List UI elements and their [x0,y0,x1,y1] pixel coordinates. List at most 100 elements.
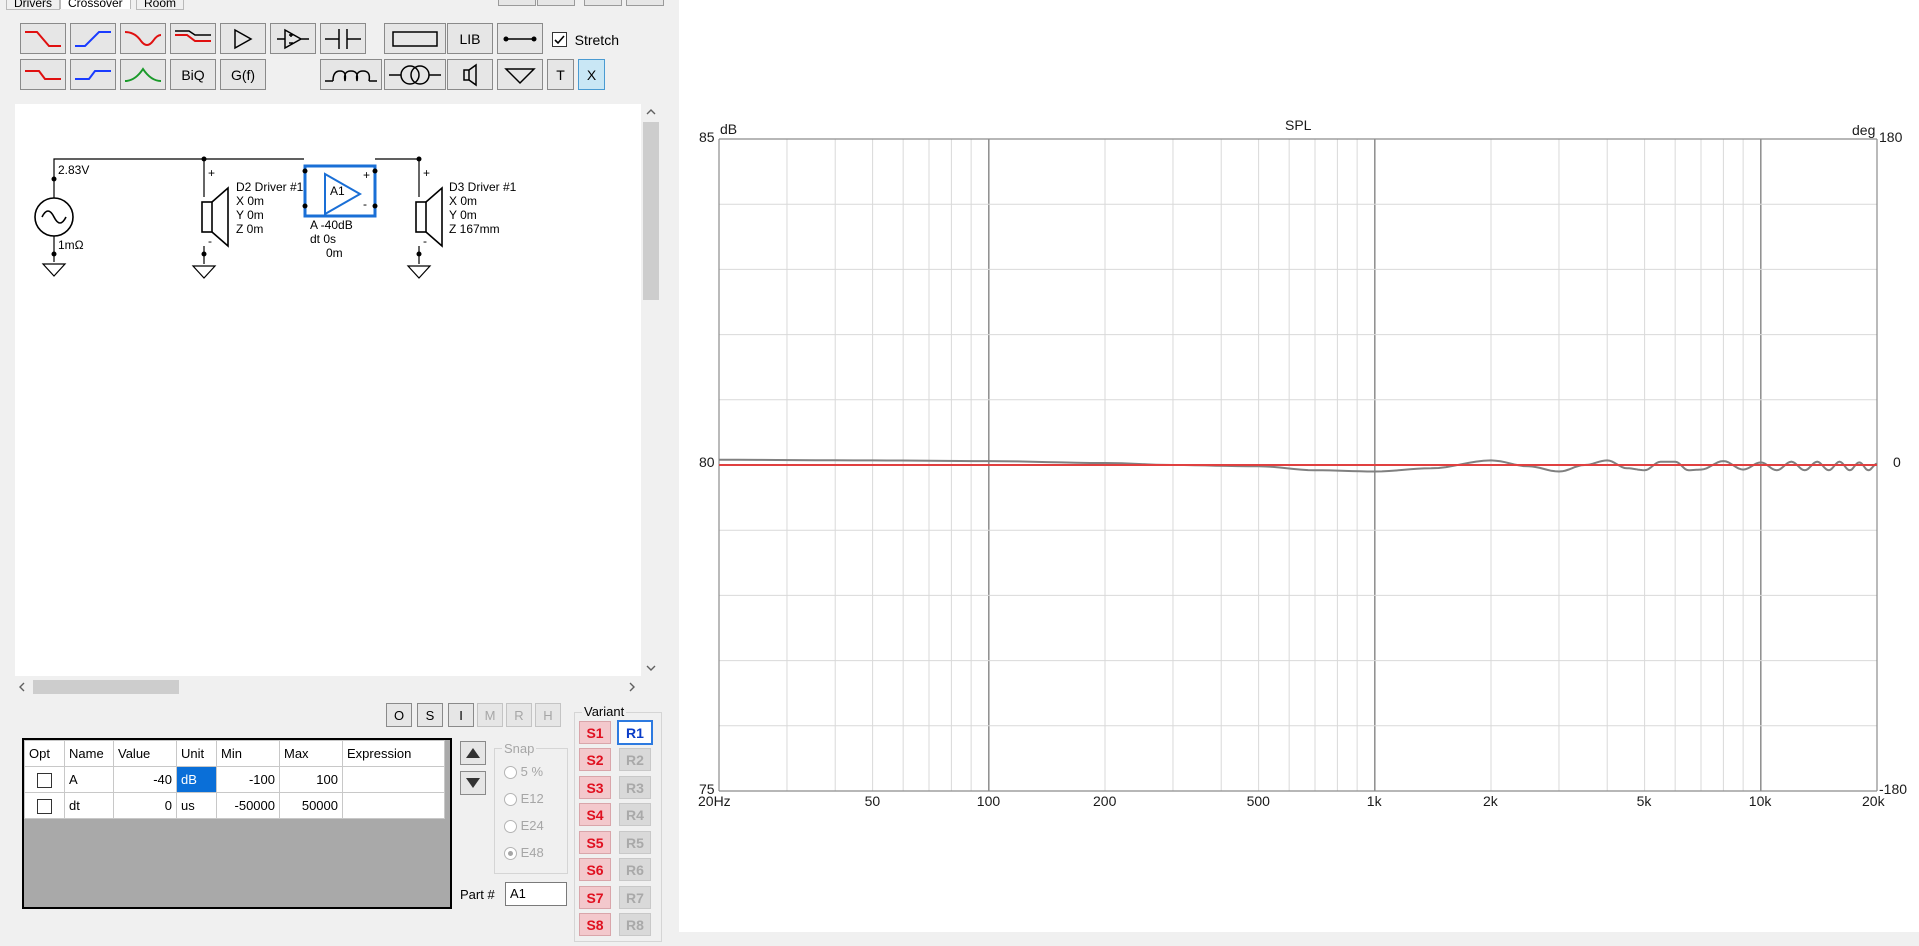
transformer-button[interactable] [384,59,446,90]
i-button[interactable]: I [448,703,474,727]
radio-icon [504,820,517,834]
variant-r1[interactable]: R1 [617,720,653,745]
o-button[interactable]: O [386,703,412,727]
m-button[interactable]: M [477,703,503,727]
highpass1-blue-button[interactable] [70,59,116,90]
snap-option-5pct[interactable]: 5 % [504,764,543,780]
window-button-4[interactable] [626,0,664,6]
inductor-icon [325,69,377,82]
parameter-table[interactable]: Opt Name Value Unit Min Max Expression A… [22,738,452,909]
schematic-vertical-scrollbar[interactable] [641,104,661,676]
d2-name: D2 Driver #1 [236,180,304,194]
table-row[interactable]: A -40 dB -100 100 [24,766,445,793]
r-button[interactable]: R [506,703,532,727]
row-expression[interactable] [342,792,445,819]
snap-option-e24[interactable]: E24 [504,818,544,834]
window-button-2[interactable] [537,0,575,6]
row-min[interactable]: -100 [216,766,280,793]
snap-option-e12[interactable]: E12 [504,791,544,807]
graph-title: SPL [1285,117,1312,133]
row-unit[interactable]: us [176,792,217,819]
amplifier-button[interactable] [270,23,316,54]
part-number-input[interactable]: A1 [505,882,567,906]
highpass-blue-button[interactable] [70,23,116,54]
variant-s3[interactable]: S3 [579,776,611,799]
stretch-label: Stretch [574,31,619,48]
variant-s4[interactable]: S4 [579,803,611,826]
row-min[interactable]: -50000 [216,792,280,819]
schematic-canvas[interactable]: 2.83V 1mΩ + - D2 Driver #1 X 0m Y 0m Z 0… [15,104,641,676]
x-tick-label: 50 [864,793,881,809]
x-tick-label: 2k [1483,793,1498,809]
window-button-1[interactable] [498,0,536,6]
col-opt: Opt [24,740,65,767]
y2-tick-0: 0 [1893,454,1901,470]
row-value[interactable]: -40 [113,766,177,793]
table-row[interactable]: dt 0 us -50000 50000 [24,792,445,819]
resistor-button[interactable] [384,23,446,54]
window-button-3[interactable] [584,0,622,6]
d3-x: X 0m [449,194,478,208]
highpass1-blue-icon [75,69,111,80]
spl-graph-panel[interactable]: SPL dB deg 85 80 75 180 0 -180 20Hz 50 100… [679,0,1919,932]
shelf-button[interactable] [170,23,216,54]
row-value[interactable]: 0 [113,792,177,819]
bandpass-green-button[interactable] [120,59,166,90]
amp-label[interactable]: A -40dB dt 0s 0m [310,218,353,260]
amp-gain: A -40dB [310,218,353,232]
variant-s5[interactable]: S5 [579,831,611,854]
x-button[interactable]: X [578,59,605,90]
lowpass-red-button[interactable] [20,23,66,54]
row-max[interactable]: 100 [279,766,343,793]
row-unit[interactable]: dB [176,766,217,793]
variant-r5[interactable]: R5 [619,831,651,854]
inductor-button[interactable] [320,59,382,90]
opt-checkbox[interactable] [37,772,52,788]
h-button[interactable]: H [535,703,561,727]
driver-button[interactable] [447,59,493,90]
tab-room[interactable]: Room [136,0,185,10]
variant-r8[interactable]: R8 [619,913,651,936]
schematic-horizontal-scrollbar[interactable] [15,676,641,698]
variant-s6[interactable]: S6 [579,858,611,881]
variant-s1[interactable]: S1 [579,721,611,744]
move-up-button[interactable] [460,741,486,765]
ground-button[interactable] [497,59,543,90]
row-expression[interactable] [342,766,445,793]
variant-s2[interactable]: S2 [579,748,611,771]
move-down-button[interactable] [460,771,486,795]
variant-r4[interactable]: R4 [619,803,651,826]
d3-driver-label[interactable]: D3 Driver #1 X 0m Y 0m Z 167mm [449,180,516,236]
variant-r3[interactable]: R3 [619,776,651,799]
capacitor-button[interactable] [320,23,366,54]
snap-option-e48[interactable]: E48 [504,845,544,861]
s-button[interactable]: S [417,703,443,727]
source-impedance: 1mΩ [58,238,84,252]
variant-r6[interactable]: R6 [619,858,651,881]
tab-drivers[interactable]: Drivers [6,0,60,10]
part-number-label: Part # [460,887,495,902]
lib-button[interactable]: LIB [447,23,493,54]
stretch-checkbox[interactable]: Stretch [552,31,619,48]
lowpass1-red-button[interactable] [20,59,66,90]
y2-tick-180: 180 [1879,129,1903,145]
col-min: Min [216,740,280,767]
opt-checkbox[interactable] [37,798,52,814]
variant-r2[interactable]: R2 [619,748,651,771]
buffer-button[interactable] [220,23,266,54]
x-tick-label: 200 [1093,793,1117,809]
radio-icon [504,793,517,807]
variant-s7[interactable]: S7 [579,886,611,909]
d2-driver-label[interactable]: D2 Driver #1 X 0m Y 0m Z 0m [236,180,303,236]
tab-crossover[interactable]: Crossover [60,0,131,9]
gf-button[interactable]: G(f) [220,59,266,90]
biquad-button[interactable]: BiQ [170,59,216,90]
t-button[interactable]: T [547,59,574,90]
variant-s8[interactable]: S8 [579,913,611,936]
variant-r7[interactable]: R7 [619,886,651,909]
crossover-panel: Drivers Crossover Room LIB Stretch BiQ G… [0,0,672,946]
wire-button[interactable] [497,23,543,54]
notch-red-button[interactable] [120,23,166,54]
row-max[interactable]: 50000 [279,792,343,819]
x-tick-label: 10k [1748,793,1772,809]
